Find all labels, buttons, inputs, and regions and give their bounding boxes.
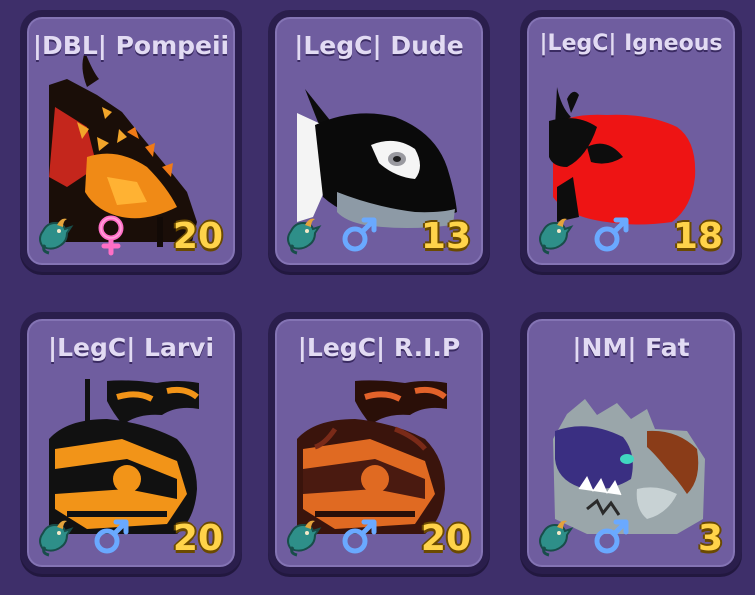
pet-level: 20 xyxy=(172,216,223,257)
male-icon xyxy=(342,217,377,252)
pet-card-rip[interactable]: |LegC| R.I.P 20 xyxy=(268,312,490,574)
pet-grid: |DBL| Pompeii 20 |LegC| Dude 13 |LegC| I… xyxy=(0,0,755,595)
male-icon xyxy=(594,519,629,554)
pet-name: |LegC| Igneous xyxy=(539,31,723,56)
pet-card-igneous[interactable]: |LegC| Igneous 18 xyxy=(520,10,742,272)
pet-card-larvi[interactable]: |LegC| Larvi 20 xyxy=(20,312,242,574)
pet-card-dude[interactable]: |LegC| Dude 13 xyxy=(268,10,490,272)
pet-level: 18 xyxy=(672,216,723,257)
pet-name: |NM| Fat xyxy=(572,333,690,362)
dragon-icon xyxy=(39,520,74,557)
pet-name: |LegC| Dude xyxy=(294,31,464,60)
pet-name: |DBL| Pompeii xyxy=(32,31,230,60)
dragon-icon xyxy=(39,218,74,255)
male-icon xyxy=(94,519,129,554)
dragon-icon xyxy=(539,520,574,557)
male-icon xyxy=(342,519,377,554)
dragon-icon xyxy=(287,520,322,557)
pet-card-fat[interactable]: |NM| Fat 3 xyxy=(520,312,742,574)
pet-level: 20 xyxy=(172,518,223,559)
pet-card-pompeii[interactable]: |DBL| Pompeii 20 xyxy=(20,10,242,272)
pet-level: 3 xyxy=(697,518,723,559)
dragon-icon xyxy=(287,218,322,255)
pet-level: 13 xyxy=(420,216,471,257)
pet-name: |LegC| Larvi xyxy=(47,333,215,362)
female-icon xyxy=(98,215,124,256)
dragon-icon xyxy=(539,218,574,255)
male-icon xyxy=(594,217,629,252)
pet-name: |LegC| R.I.P xyxy=(297,333,461,362)
pet-level: 20 xyxy=(420,518,471,559)
